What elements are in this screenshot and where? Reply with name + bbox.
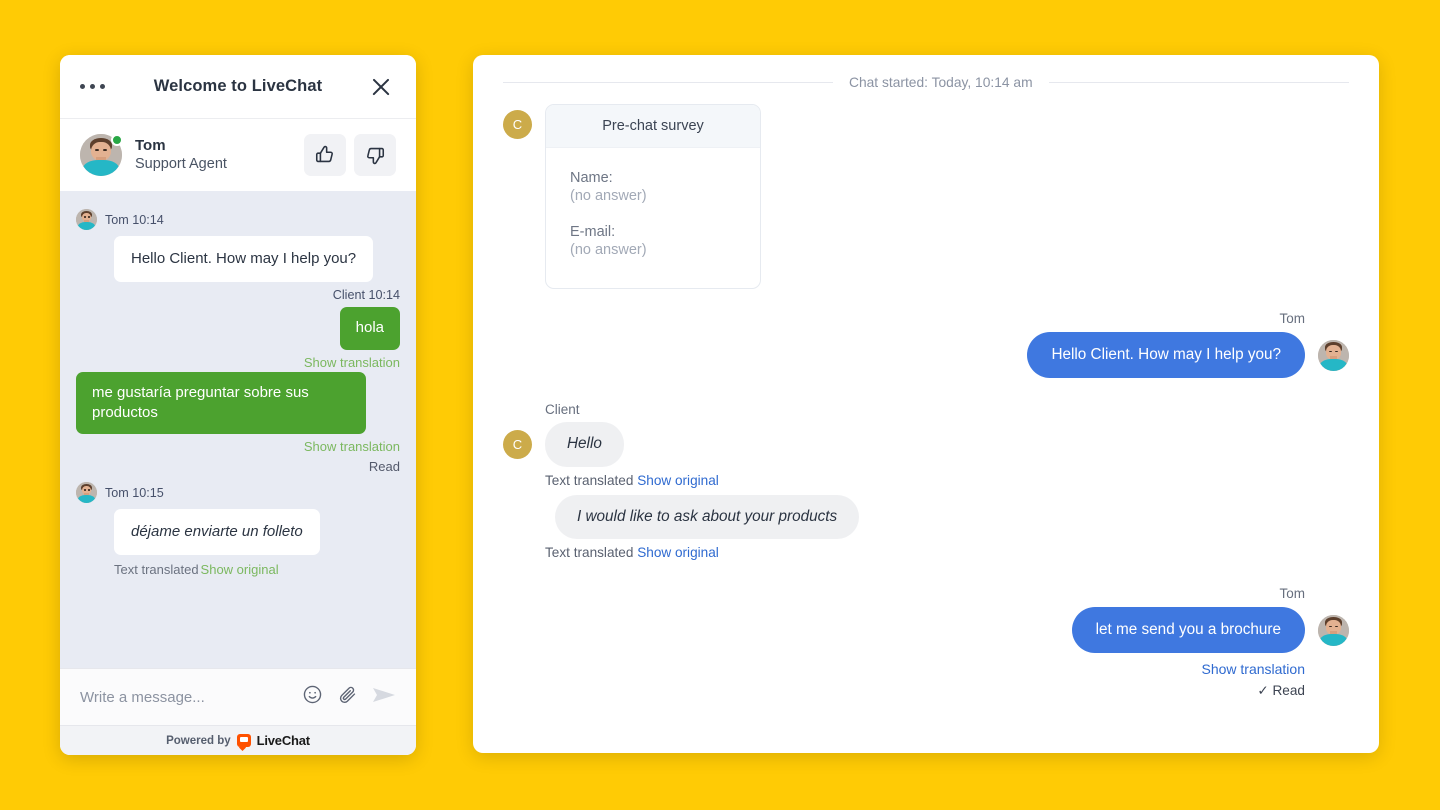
livechat-logo-icon: [236, 734, 251, 747]
message-bubble: Hello Client. How may I help you?: [1027, 332, 1305, 379]
translation-note-label: Text translated: [545, 545, 634, 561]
message-meta: Tom 10:14: [76, 209, 400, 230]
status-badge: [111, 134, 123, 146]
agent-name: Tom: [135, 136, 166, 154]
message-sender-time: Client 10:14: [332, 288, 400, 303]
widget-title: Welcome to LiveChat: [153, 77, 323, 95]
widget-composer: Write a message...: [60, 668, 416, 725]
message-bubble: Hello Client. How may I help you?: [114, 236, 374, 283]
message-w-m2: Client 10:14 hola Show translation: [76, 288, 400, 370]
translation-note: Text translated Show original: [114, 562, 400, 577]
agent-avatar: [1318, 339, 1349, 371]
agent-role: Support Agent: [135, 156, 227, 173]
prechat-survey-card: Pre-chat survey Name: (no answer) E-mail…: [545, 104, 761, 289]
thumbs-up-icon[interactable]: [304, 134, 346, 176]
survey-field-value: (no answer): [570, 242, 647, 258]
message-bubble: déjame enviarte un folleto: [114, 509, 320, 556]
ellipsis-icon[interactable]: [80, 84, 105, 89]
widget-titlebar: Welcome to LiveChat: [60, 55, 416, 118]
read-status: ✓ Read: [1257, 683, 1305, 699]
client-avatar: C: [503, 110, 532, 139]
message-w-m3: me gustaría preguntar sobre sus producto…: [76, 371, 400, 474]
survey-field-label: Name:: [570, 170, 613, 186]
message-sender: Tom: [1279, 311, 1305, 326]
paperclip-icon[interactable]: [337, 684, 358, 710]
prechat-survey-body: Name: (no answer) E-mail: (no answer): [546, 148, 760, 288]
translation-note: Text translated Show original: [545, 545, 719, 560]
divider-line-right: [1048, 82, 1349, 83]
send-icon[interactable]: [372, 684, 396, 711]
survey-field-value: (no answer): [570, 188, 647, 204]
client-avatar: C: [503, 430, 532, 460]
message-bubble: me gustaría preguntar sobre sus producto…: [76, 371, 366, 434]
prechat-survey-title: Pre-chat survey: [546, 105, 760, 148]
agent-mini-avatar: [76, 209, 97, 230]
translation-note: Text translated Show original: [545, 473, 719, 488]
message-bubble-row: hola: [76, 307, 400, 350]
message-bubble-row: me gustaría preguntar sobre sus producto…: [76, 371, 400, 434]
message-bubble: hola: [339, 307, 400, 350]
show-translation-link[interactable]: Show translation: [76, 355, 400, 370]
agent-meta: Tom Support Agent: [135, 137, 227, 174]
message-w-m4: Tom 10:15 déjame enviarte un folleto Tex…: [76, 482, 400, 577]
translation-note-label: Text translated: [114, 562, 199, 578]
livechat-brand-label: LiveChat: [256, 733, 311, 748]
chat-started-label: Chat started: Today, 10:14 am: [849, 75, 1033, 90]
divider-line-left: [503, 82, 833, 83]
message-a-m1: Tom Hello Client. How may I help you?: [503, 311, 1349, 379]
message-a-m4: Tom let me send you a brochure Show tran…: [503, 586, 1349, 699]
widget-agent-bar: Tom Support Agent: [60, 118, 416, 191]
survey-field-label: E-mail:: [570, 224, 616, 240]
page-root: Welcome to LiveChat Tom Support Agent To…: [0, 0, 1440, 810]
powered-by-label: Powered by: [166, 734, 231, 747]
chat-widget: Welcome to LiveChat Tom Support Agent To…: [60, 55, 416, 755]
widget-footer: Powered by LiveChat: [60, 725, 416, 755]
message-a-m2: Client C Hello Text translated Show orig…: [503, 402, 1349, 560]
rating-buttons: [304, 134, 396, 176]
show-translation-link[interactable]: Show translation: [1201, 661, 1305, 677]
show-original-link[interactable]: Show original: [201, 562, 279, 577]
close-icon[interactable]: [368, 74, 394, 100]
message-sender-time: Tom 10:14: [105, 212, 164, 227]
message-bubble: I would like to ask about your products: [555, 494, 860, 540]
smiley-icon[interactable]: [302, 684, 323, 710]
prechat-survey-row: C Pre-chat survey Name: (no answer) E-ma…: [503, 104, 1349, 289]
avatar: [80, 134, 123, 176]
agent-app-panel: Chat started: Today, 10:14 am C Pre-chat…: [473, 55, 1379, 753]
composer-icons: [302, 684, 396, 711]
message-bubble: Hello: [545, 422, 624, 467]
message-sender: Tom: [1279, 586, 1305, 602]
read-status: Read: [368, 459, 400, 474]
agent-avatar: [1318, 614, 1349, 646]
show-original-link[interactable]: Show original: [637, 545, 719, 560]
message-meta: Tom 10:15: [76, 482, 400, 503]
message-sender: Client: [545, 402, 580, 418]
message-input[interactable]: Write a message...: [80, 689, 302, 706]
message-sender-time: Tom 10:15: [105, 485, 164, 500]
agent-mini-avatar: [76, 482, 97, 503]
thumbs-down-icon[interactable]: [354, 134, 396, 176]
widget-message-list[interactable]: Tom 10:14 Hello Client. How may I help y…: [60, 191, 416, 668]
message-bubble: let me send you a brochure: [1071, 607, 1305, 654]
show-translation-link[interactable]: Show translation: [76, 439, 400, 454]
message-w-m1: Tom 10:14 Hello Client. How may I help y…: [76, 209, 400, 283]
show-original-link[interactable]: Show original: [637, 473, 719, 488]
chat-started-divider: Chat started: Today, 10:14 am: [503, 75, 1349, 90]
translation-note-label: Text translated: [545, 472, 634, 488]
